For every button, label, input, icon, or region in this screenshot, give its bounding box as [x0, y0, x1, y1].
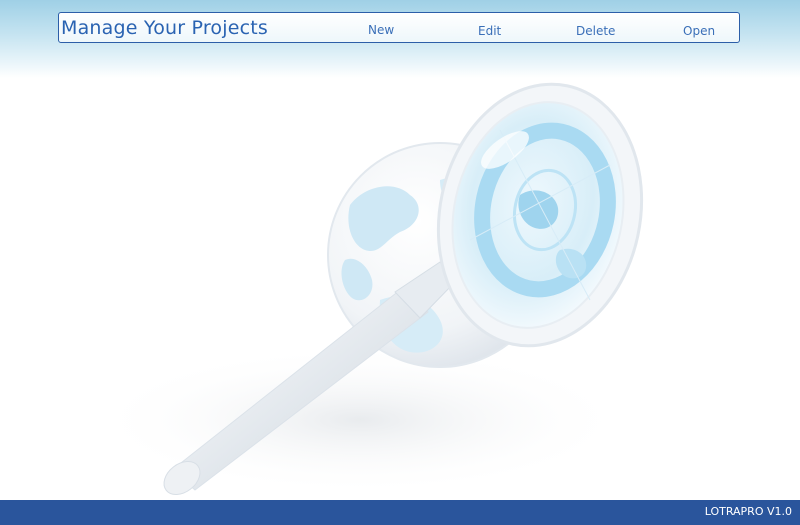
open-button[interactable]: Open — [683, 24, 715, 38]
app-window: Manage Your Projects New Edit Delete Ope… — [0, 0, 800, 525]
version-label: LOTRAPRO V1.0 — [704, 505, 792, 518]
status-bar: LOTRAPRO V1.0 — [0, 500, 800, 525]
header-toolbar: Manage Your Projects New Edit Delete Ope… — [58, 12, 740, 43]
magnifier-over-globe-icon — [90, 82, 644, 496]
delete-button[interactable]: Delete — [576, 24, 615, 38]
edit-button[interactable]: Edit — [478, 24, 501, 38]
new-button[interactable]: New — [368, 23, 394, 37]
page-title: Manage Your Projects — [61, 17, 269, 39]
